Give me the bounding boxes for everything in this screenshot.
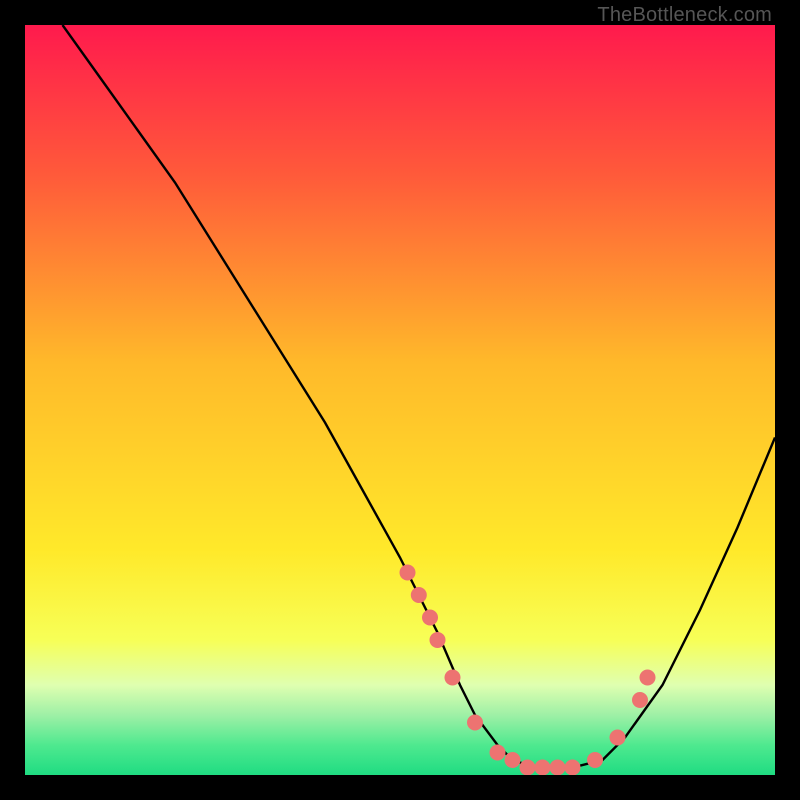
data-point xyxy=(400,565,416,581)
data-point xyxy=(565,760,581,776)
data-point xyxy=(430,632,446,648)
data-point xyxy=(610,730,626,746)
data-point xyxy=(550,760,566,776)
data-point xyxy=(445,670,461,686)
plot-area xyxy=(25,25,775,775)
watermark-text: TheBottleneck.com xyxy=(597,4,772,27)
data-point xyxy=(505,752,521,768)
data-point xyxy=(632,692,648,708)
data-point xyxy=(640,670,656,686)
data-point xyxy=(520,760,536,776)
chart-frame: TheBottleneck.com xyxy=(0,0,800,800)
data-point xyxy=(587,752,603,768)
data-point xyxy=(411,587,427,603)
gradient-background xyxy=(25,25,775,775)
data-point xyxy=(467,715,483,731)
data-point xyxy=(535,760,551,776)
data-point xyxy=(422,610,438,626)
chart-svg xyxy=(25,25,775,775)
data-point xyxy=(490,745,506,761)
